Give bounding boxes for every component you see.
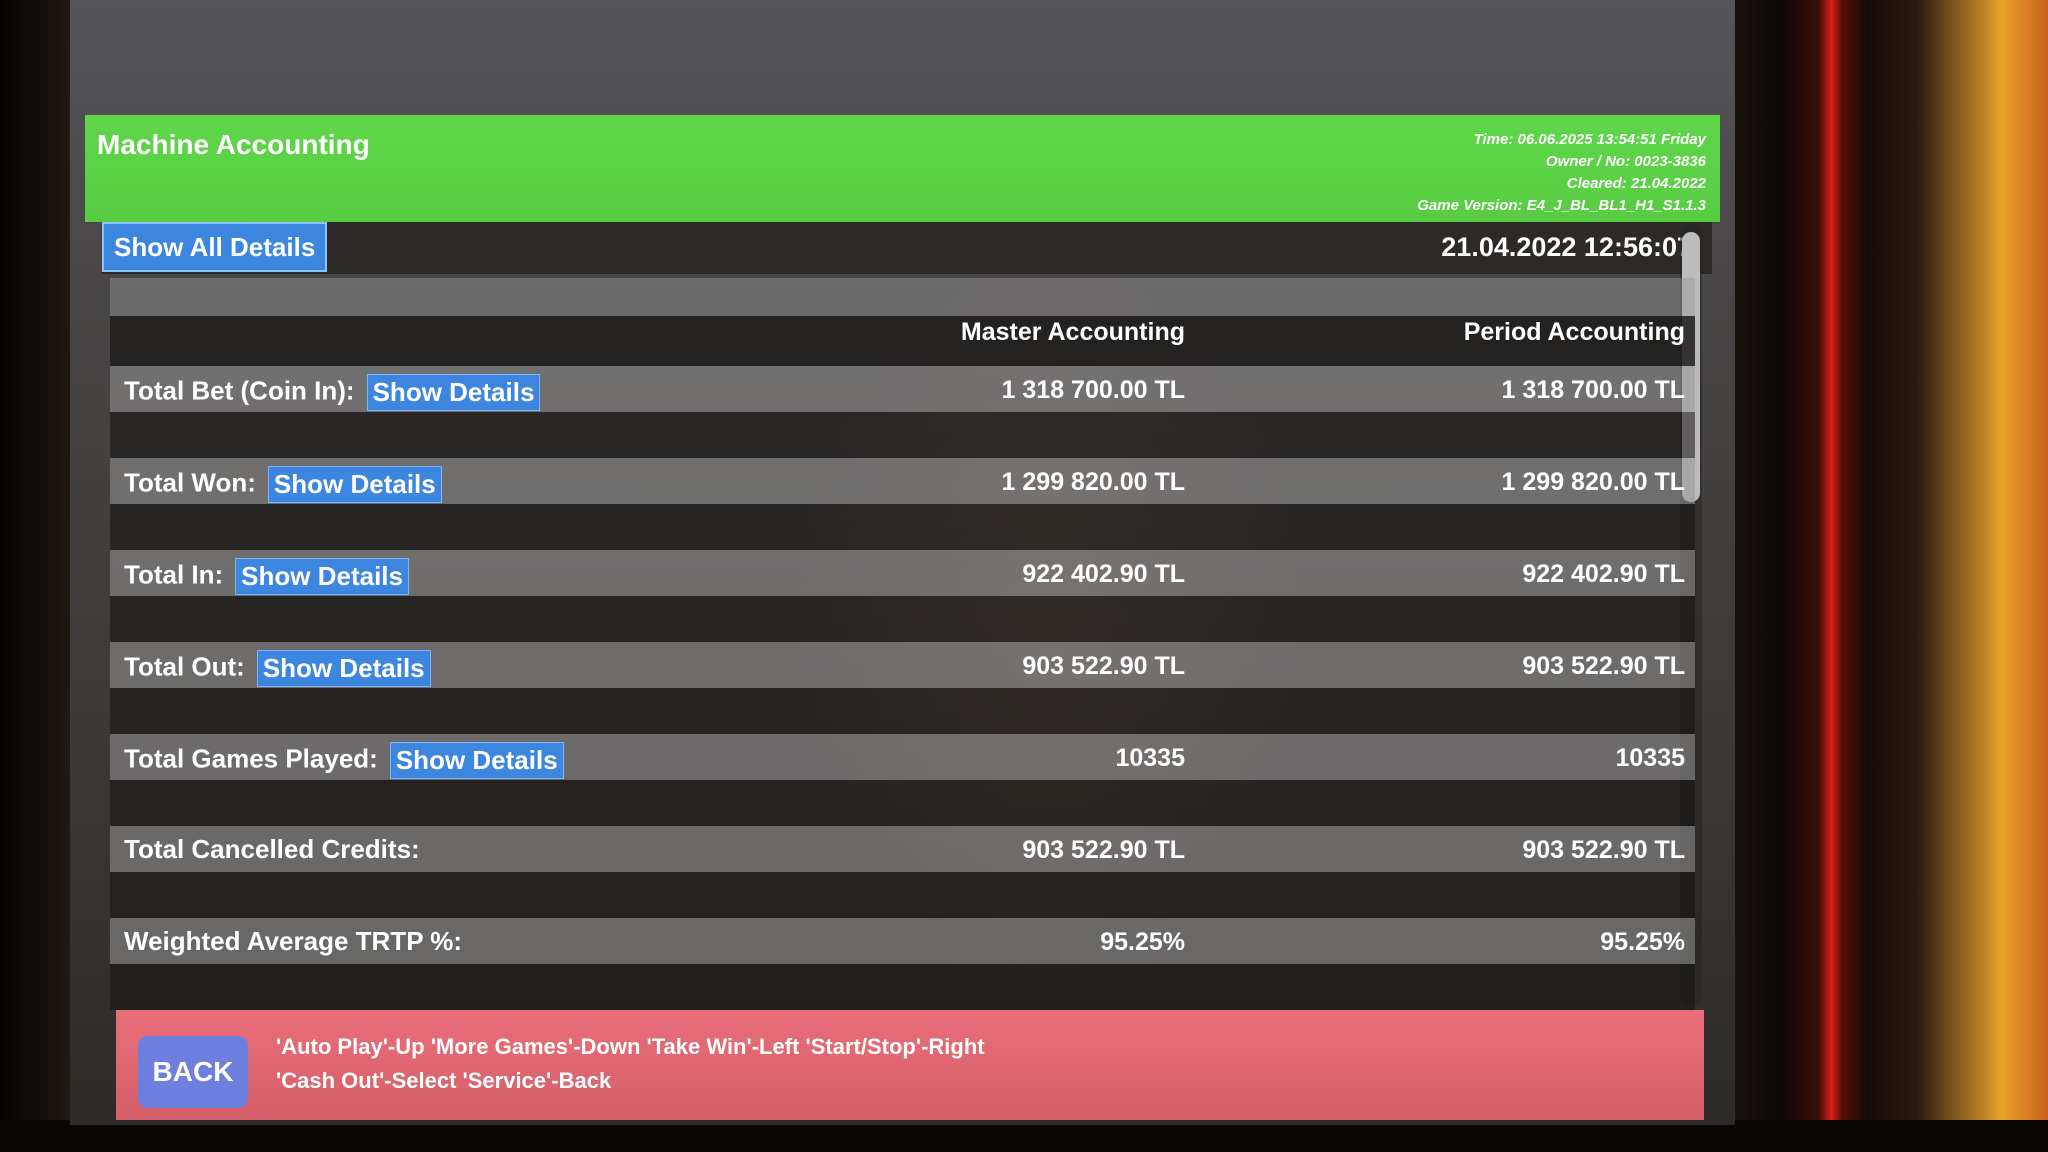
row-spacer bbox=[110, 872, 1695, 918]
show-details-button[interactable]: Show Details bbox=[256, 650, 431, 687]
row-spacer bbox=[110, 596, 1695, 642]
row-label: Total Out: Show Details bbox=[124, 650, 431, 687]
table-row-weighted-trtp: Weighted Average TRTP %: 95.25% 95.25% bbox=[110, 918, 1695, 964]
page-title: Machine Accounting bbox=[97, 129, 370, 160]
column-period-accounting: Period Accounting bbox=[1463, 318, 1685, 346]
row-spacer bbox=[110, 780, 1695, 826]
machine-meta: Time: 06.06.2025 13:54:51 Friday Owner /… bbox=[1417, 129, 1706, 217]
master-value: 1 318 700.00 TL bbox=[1001, 376, 1185, 404]
column-master-accounting: Master Accounting bbox=[960, 318, 1185, 346]
row-label: Total Bet (Coin In): Show Details bbox=[124, 374, 541, 411]
accounting-screen: Machine Accounting Time: 06.06.2025 13:5… bbox=[70, 0, 1735, 1125]
cabinet-bezel-right bbox=[1720, 0, 2048, 1152]
table-row-total-won: Total Won: Show Details 1 299 820.00 TL 1… bbox=[110, 458, 1695, 504]
show-details-button[interactable]: Show Details bbox=[366, 374, 541, 411]
row-label: Total Games Played: Show Details bbox=[124, 742, 564, 779]
row-label: Weighted Average TRTP %: bbox=[124, 926, 463, 956]
row-spacer bbox=[110, 412, 1695, 458]
master-value: 95.25% bbox=[1100, 928, 1185, 956]
table-row-cancelled-credits: Total Cancelled Credits: 903 522.90 TL 9… bbox=[110, 826, 1695, 872]
table-header: Master Accounting Period Accounting bbox=[110, 278, 1695, 366]
table-row-total-out: Total Out: Show Details 903 522.90 TL 903… bbox=[110, 642, 1695, 688]
master-value: 10335 bbox=[1115, 744, 1185, 772]
master-value: 903 522.90 TL bbox=[1022, 836, 1185, 864]
accounting-table: Master Accounting Period Accounting Tota… bbox=[110, 278, 1695, 1010]
title-bar: Machine Accounting Time: 06.06.2025 13:5… bbox=[85, 115, 1720, 222]
row-spacer bbox=[110, 504, 1695, 550]
show-details-button[interactable]: Show Details bbox=[267, 466, 442, 503]
show-details-button[interactable]: Show Details bbox=[235, 558, 409, 595]
row-spacer bbox=[110, 964, 1695, 1010]
key-hints-line2: 'Cash Out'-Select 'Service'-Back bbox=[276, 1068, 612, 1093]
footer-bar: BACK 'Auto Play'-Up 'More Games'-Down 'T… bbox=[116, 1010, 1704, 1120]
master-value: 922 402.90 TL bbox=[1022, 560, 1185, 588]
meta-time: Time: 06.06.2025 13:54:51 Friday bbox=[1473, 131, 1706, 148]
master-value: 1 299 820.00 TL bbox=[1001, 468, 1185, 496]
show-all-details-button[interactable]: Show All Details bbox=[102, 222, 328, 272]
period-value: 1 299 820.00 TL bbox=[1501, 468, 1685, 496]
meta-game-version: Game Version: E4_J_BL_BL1_H1_S1.1.3 bbox=[1417, 197, 1706, 214]
back-button[interactable]: BACK bbox=[138, 1036, 248, 1108]
meta-cleared: Cleared: 21.04.2022 bbox=[1566, 175, 1706, 192]
table-row-total-in: Total In: Show Details 922 402.90 TL 922 … bbox=[110, 550, 1695, 596]
period-value: 903 522.90 TL bbox=[1522, 836, 1685, 864]
row-label: Total In: Show Details bbox=[124, 558, 409, 595]
table-row-total-games: Total Games Played: Show Details 10335 10… bbox=[110, 734, 1695, 780]
key-hints-line1: 'Auto Play'-Up 'More Games'-Down 'Take W… bbox=[276, 1034, 985, 1059]
master-value: 903 522.90 TL bbox=[1022, 652, 1185, 680]
accounting-datetime: 21.04.2022 12:56:07 bbox=[1441, 232, 1692, 262]
show-details-button[interactable]: Show Details bbox=[389, 742, 564, 779]
period-value: 922 402.90 TL bbox=[1522, 560, 1685, 588]
table-row-total-bet: Total Bet (Coin In): Show Details 1 318 7… bbox=[110, 366, 1695, 412]
period-value: 1 318 700.00 TL bbox=[1501, 376, 1685, 404]
period-value: 95.25% bbox=[1600, 928, 1685, 956]
period-value: 10335 bbox=[1615, 744, 1685, 772]
toolbar: Show All Details 21.04.2022 12:56:07 bbox=[102, 222, 1712, 274]
row-spacer bbox=[110, 688, 1695, 734]
row-label: Total Cancelled Credits: bbox=[124, 834, 420, 864]
meta-owner: Owner / No: 0023-3836 bbox=[1545, 153, 1706, 170]
period-value: 903 522.90 TL bbox=[1522, 652, 1685, 680]
row-label: Total Won: Show Details bbox=[124, 466, 442, 503]
